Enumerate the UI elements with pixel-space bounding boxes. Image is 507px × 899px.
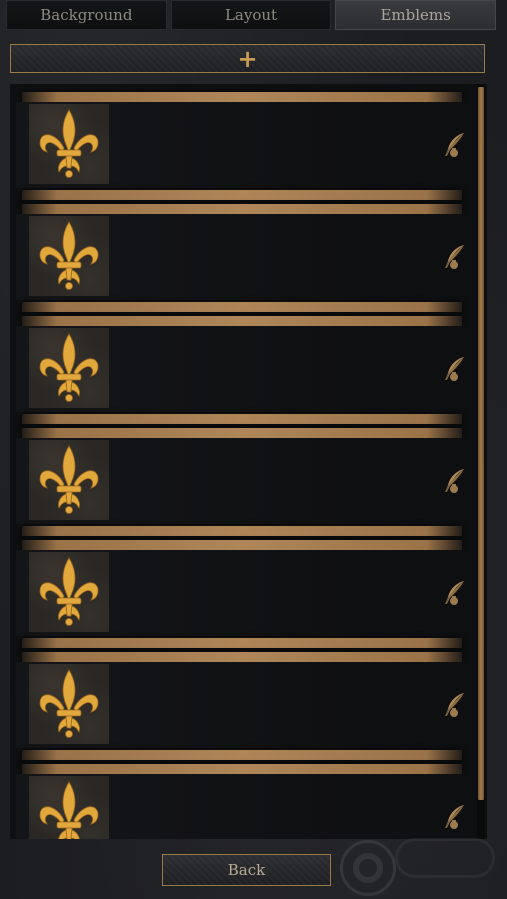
scrollbar[interactable] [477, 84, 485, 839]
list-item[interactable] [10, 308, 476, 424]
row-divider-top [22, 204, 462, 214]
tab-emblems[interactable]: Emblems [335, 0, 497, 30]
quill-edit-icon[interactable] [442, 132, 466, 158]
emblem-row-body[interactable] [16, 438, 466, 524]
fleur-de-lis-icon [29, 440, 109, 520]
tab-layout[interactable]: Layout [170, 0, 332, 30]
emblem-row-body[interactable] [16, 214, 466, 300]
watermark-logo [340, 840, 396, 896]
list-item[interactable] [10, 756, 476, 839]
row-divider-top [22, 92, 462, 102]
quill-edit-icon[interactable] [442, 244, 466, 270]
coat-of-arms-editor: Background Layout Emblems + Back [0, 0, 507, 899]
quill-edit-icon[interactable] [442, 804, 466, 830]
list-item[interactable] [10, 420, 476, 536]
row-divider-top [22, 764, 462, 774]
fleur-de-lis-icon [29, 216, 109, 296]
row-divider-top [22, 316, 462, 326]
emblem-row-body[interactable] [16, 662, 466, 748]
fleur-de-lis-icon [29, 664, 109, 744]
row-divider-top [22, 652, 462, 662]
emblem-row-body[interactable] [16, 550, 466, 636]
quill-edit-icon[interactable] [442, 692, 466, 718]
editor-tabs: Background Layout Emblems [6, 0, 497, 32]
scrollbar-thumb[interactable] [478, 87, 484, 800]
row-divider-top [22, 540, 462, 550]
quill-edit-icon[interactable] [442, 468, 466, 494]
list-item[interactable] [10, 532, 476, 648]
fleur-de-lis-icon [29, 104, 109, 184]
emblem-row-body[interactable] [16, 326, 466, 412]
emblem-list[interactable] [10, 84, 487, 839]
emblem-row-body[interactable] [16, 102, 466, 188]
quill-edit-icon[interactable] [442, 356, 466, 382]
add-emblem-button[interactable]: + [10, 44, 485, 73]
watermark-logo-text [395, 838, 495, 878]
back-button[interactable]: Back [162, 854, 331, 886]
list-item[interactable] [10, 196, 476, 312]
list-item[interactable] [10, 84, 476, 200]
fleur-de-lis-icon [29, 776, 109, 839]
tab-background[interactable]: Background [6, 0, 167, 30]
plus-icon: + [237, 44, 258, 73]
row-divider-top [22, 428, 462, 438]
fleur-de-lis-icon [29, 328, 109, 408]
emblem-row-body[interactable] [16, 774, 466, 839]
quill-edit-icon[interactable] [442, 580, 466, 606]
list-item[interactable] [10, 644, 476, 760]
fleur-de-lis-icon [29, 552, 109, 632]
